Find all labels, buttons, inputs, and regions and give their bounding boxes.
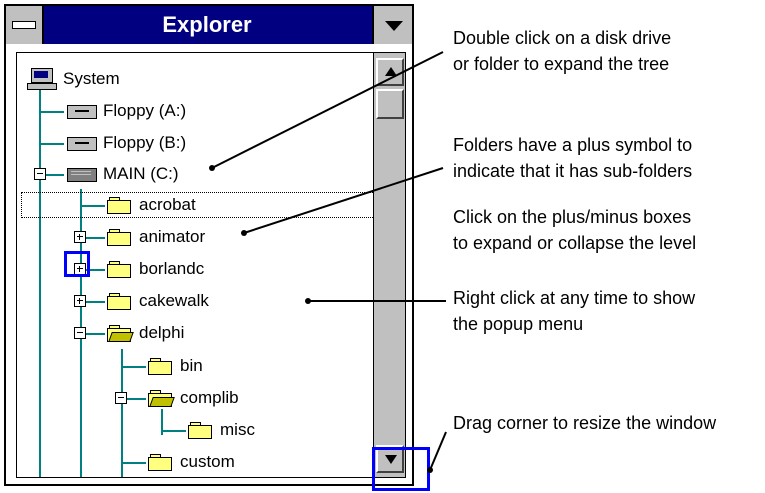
callout-line-expand (211, 51, 444, 169)
annotation-line: Drag corner to resize the window (453, 413, 717, 433)
annotation-line: Folders have a plus symbol to (453, 135, 693, 155)
annotation-popup: Right click at any time to show the popu… (453, 285, 695, 337)
callout-dot-popup (305, 298, 311, 304)
callout-line-resize (429, 431, 447, 471)
annotation-line: Click on the plus/minus boxes (453, 207, 692, 227)
callout-dot-plus (241, 230, 247, 236)
annotation-expand: Double click on a disk drive or folder t… (453, 25, 671, 77)
callout-line-plus (243, 167, 444, 234)
annotation-line: indicate that it has sub-folders (453, 161, 693, 181)
callout-dot-resize (427, 467, 433, 473)
annotation-line: the popup menu (453, 314, 584, 334)
annotation-plus: Folders have a plus symbol to indicate t… (453, 132, 692, 184)
annotation-line: to expand or collapse the level (453, 233, 697, 253)
annotation-resize: Drag corner to resize the window (453, 410, 716, 436)
annotation-line: Right click at any time to show (453, 288, 696, 308)
annotation-line: Double click on a disk drive (453, 28, 672, 48)
callout-dot-expand (209, 165, 215, 171)
annotation-line: or folder to expand the tree (453, 54, 670, 74)
annotation-boxes: Click on the plus/minus boxes to expand … (453, 204, 696, 256)
